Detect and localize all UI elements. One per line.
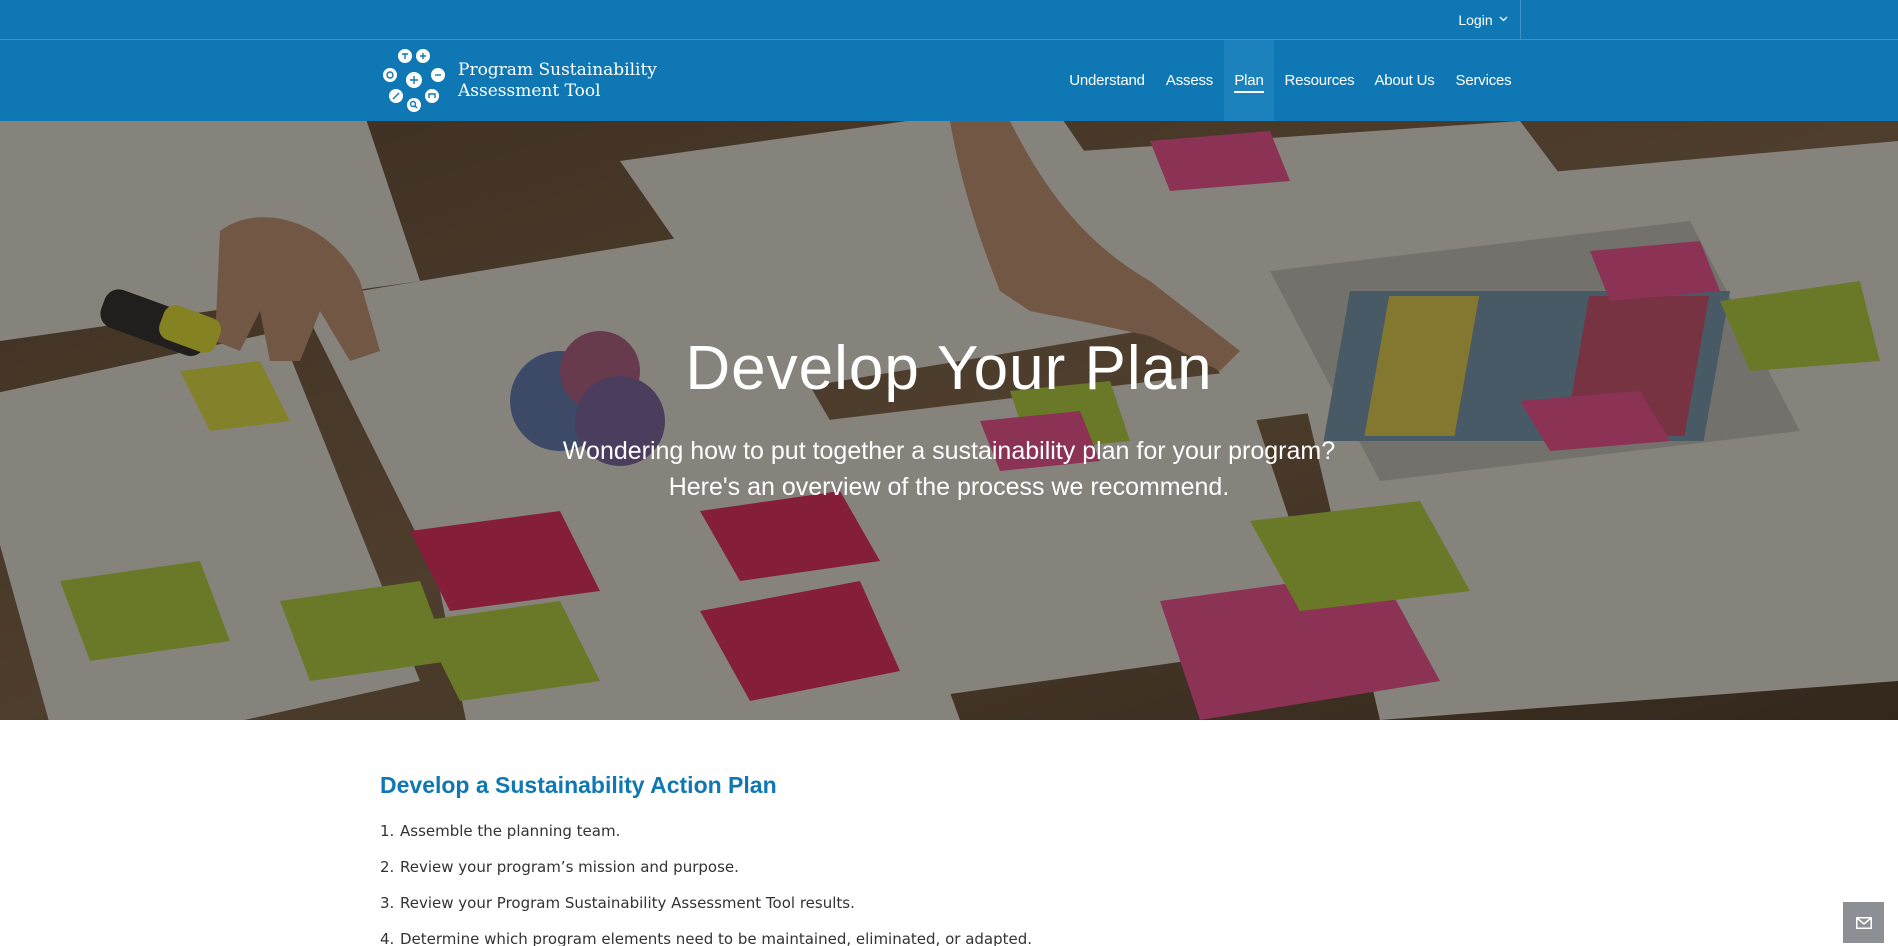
nav-item-plan[interactable]: Plan: [1224, 40, 1274, 121]
envelope-icon: [1855, 916, 1872, 929]
login-dropdown[interactable]: Login: [1446, 0, 1521, 40]
steps-list: 1. Assemble the planning team. 2. Review y…: [380, 821, 1032, 946]
hero-banner: Develop Your Plan Wondering how to put t…: [0, 121, 1898, 720]
step-number: 3.: [380, 894, 395, 912]
nav-label: Resources: [1284, 72, 1355, 89]
nav-item-assess[interactable]: Assess: [1161, 40, 1218, 121]
list-item: 4. Determine which program elements need …: [380, 929, 1032, 946]
step-number: 2.: [380, 858, 395, 876]
step-text: Review your program’s mission and purpos…: [400, 858, 739, 876]
nav-item-resources[interactable]: Resources: [1280, 40, 1359, 121]
contact-button[interactable]: [1843, 902, 1884, 943]
top-utility-bar: Login: [0, 0, 1898, 40]
nav-label: Assess: [1165, 72, 1214, 89]
nav-item-understand[interactable]: Understand: [1059, 40, 1155, 121]
nav-label: About Us: [1374, 72, 1435, 89]
chevron-down-icon: [1499, 15, 1508, 25]
list-item: 1. Assemble the planning team.: [380, 821, 1032, 857]
nav-label: Plan: [1234, 68, 1264, 93]
nav-label: Understand: [1069, 72, 1145, 89]
nav-label: Services: [1455, 72, 1512, 89]
section-title: Develop a Sustainability Action Plan: [380, 772, 777, 798]
hero-subtitle-line1: Wondering how to put together a sustaina…: [562, 437, 1336, 465]
site-header: Program Sustainability Assessment Tool U…: [0, 40, 1898, 121]
list-item: 2. Review your program’s mission and purp…: [380, 857, 1032, 893]
hero-subtitle-line2: Here's an overview of the process we rec…: [668, 473, 1230, 501]
list-item: 3. Review your Program Sustainability Ass…: [380, 893, 1032, 929]
step-number: 1.: [380, 822, 395, 840]
hero-title: Develop Your Plan: [685, 334, 1213, 403]
step-number: 4.: [380, 930, 395, 946]
login-label: Login: [1458, 12, 1493, 28]
hero-subtitle: Wondering how to put together a sustaina…: [0, 433, 1898, 505]
main-nav: Understand Assess Plan Resources About U…: [0, 40, 1898, 121]
step-text: Determine which program elements need to…: [400, 930, 1033, 946]
step-text: Assemble the planning team.: [400, 822, 621, 840]
nav-item-services[interactable]: Services: [1450, 40, 1517, 121]
nav-item-about-us[interactable]: About Us: [1366, 40, 1443, 121]
step-text: Review your Program Sustainability Asses…: [400, 894, 855, 912]
hero-overlay: [0, 121, 1898, 720]
